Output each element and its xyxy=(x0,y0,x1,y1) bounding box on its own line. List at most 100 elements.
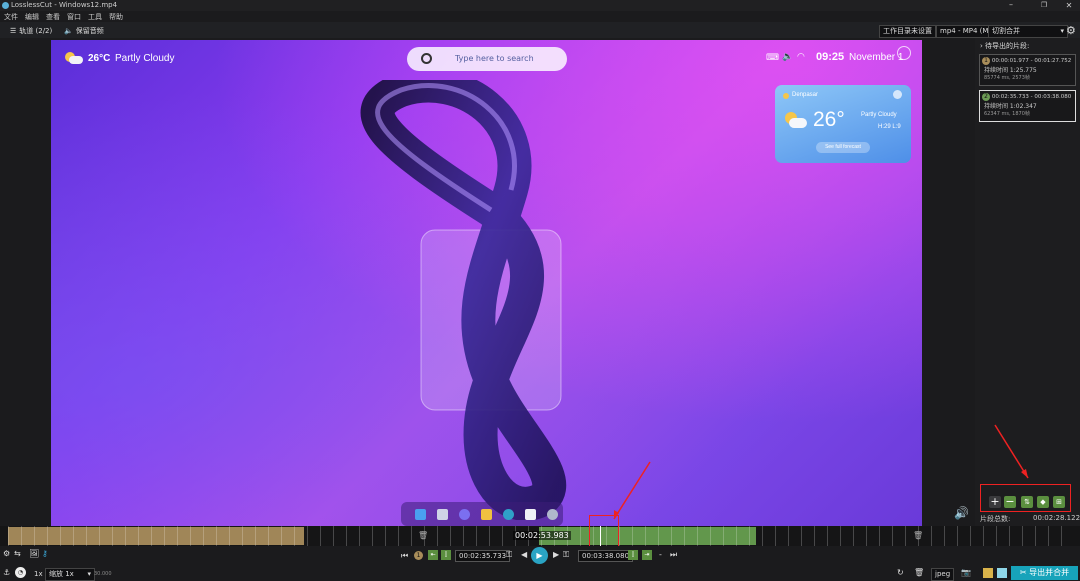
export-settings-icon[interactable] xyxy=(997,568,1007,578)
trash-icon[interactable]: 🗑 xyxy=(914,568,924,578)
timeline-tick xyxy=(632,526,633,546)
timeline-tick xyxy=(996,526,997,546)
timeline-tick xyxy=(658,526,659,546)
export-merge-label: 导出并合并 xyxy=(1029,568,1070,577)
rotate-icon[interactable]: ↻ xyxy=(897,568,904,578)
chevron-down-icon: ▾ xyxy=(87,570,91,578)
segment-index-badge[interactable]: 1 xyxy=(414,551,423,560)
timeline-tick xyxy=(8,526,9,546)
bottom-bar: ⚓ ◔ 1x 缩放 1x ▾ 30.000 ↻ 🗑 jpeg 📷 ✂ 导出并合并 xyxy=(0,566,1080,581)
camera-icon[interactable]: 📷 xyxy=(961,568,971,578)
timeline-tick xyxy=(372,526,373,546)
timeline-tick xyxy=(970,526,971,546)
timeline-tick xyxy=(502,526,503,546)
timeline-tick xyxy=(957,526,958,546)
volume-icon[interactable]: 🔊 xyxy=(954,506,969,520)
timeline-tick xyxy=(879,526,880,546)
jump-segment-start-icon[interactable]: ⇤ xyxy=(428,550,438,560)
playhead-highlight-box xyxy=(589,515,619,549)
timeline-tick xyxy=(788,526,789,546)
timeline-tick xyxy=(684,526,685,546)
timeline-tick xyxy=(203,526,204,546)
jump-segment-end-icon[interactable]: ⇥ xyxy=(642,550,652,560)
timeline-tick xyxy=(944,526,945,546)
timeline-tick xyxy=(21,526,22,546)
timeline-tick xyxy=(177,526,178,546)
timeline-tick xyxy=(99,526,100,546)
set-start-icon[interactable]: ⟦ xyxy=(441,550,451,560)
timeline-tick xyxy=(827,526,828,546)
timeline[interactable]: 🗑 🗑 00:02:53.983 xyxy=(0,515,1080,549)
gear-icon[interactable]: ⚙ xyxy=(3,549,10,559)
step-forward-icon[interactable]: ▶ xyxy=(553,550,559,560)
timeline-tick xyxy=(892,526,893,546)
image-icon[interactable]: 🖼 xyxy=(29,549,39,559)
timeline-tick xyxy=(1061,526,1062,546)
timeline-tick xyxy=(190,526,191,546)
key-icon[interactable]: ⚿ xyxy=(563,550,569,560)
timeline-tick xyxy=(619,526,620,546)
timeline-tick xyxy=(463,526,464,546)
timeline-tick xyxy=(411,526,412,546)
key-blue-icon[interactable]: ⚷ xyxy=(42,549,48,559)
timeline-tick xyxy=(450,526,451,546)
timeline-tick xyxy=(320,526,321,546)
annotation-arrows xyxy=(613,424,1029,520)
timeline-tick xyxy=(60,526,61,546)
timeline-tick xyxy=(86,526,87,546)
play-button[interactable]: ▶ xyxy=(531,547,548,564)
speed-dial-icon[interactable]: ◔ xyxy=(15,567,26,578)
capture-format-select[interactable]: jpeg xyxy=(931,568,955,581)
arrows-icon[interactable]: ⇆ xyxy=(14,549,21,559)
timeline-tick xyxy=(710,526,711,546)
timeline-tick xyxy=(840,526,841,546)
trash-icon[interactable]: 🗑 xyxy=(913,531,923,540)
set-end-icon[interactable]: ⟧ xyxy=(628,550,638,560)
timeline-tick xyxy=(34,526,35,546)
timeline-tick xyxy=(736,526,737,546)
timeline-tick xyxy=(73,526,74,546)
speed-label: 1x xyxy=(34,570,43,578)
export-options-icon[interactable] xyxy=(983,568,993,578)
timeline-tick xyxy=(983,526,984,546)
export-merge-button[interactable]: ✂ 导出并合并 xyxy=(1011,566,1078,580)
timeline-tick xyxy=(489,526,490,546)
timeline-tick xyxy=(333,526,334,546)
timeline-tick xyxy=(151,526,152,546)
skip-to-end-icon[interactable]: ⏭ xyxy=(670,550,677,560)
timeline-tick xyxy=(697,526,698,546)
timeline-tick xyxy=(307,526,308,546)
zoom-select[interactable]: 缩放 1x ▾ xyxy=(45,568,95,581)
segment-start-time[interactable]: 00:02:35.733 xyxy=(455,550,511,562)
timeline-tick xyxy=(47,526,48,546)
timeline-tick xyxy=(398,526,399,546)
fps-value: 30.000 xyxy=(94,571,112,577)
segment-bar-1[interactable] xyxy=(8,527,304,545)
timeline-tick xyxy=(853,526,854,546)
step-back-icon[interactable]: ◀ xyxy=(521,550,527,560)
timeline-tick xyxy=(112,526,113,546)
timeline-tick xyxy=(229,526,230,546)
segment-end-time[interactable]: 00:03:38.080 xyxy=(578,550,634,562)
key-icon[interactable]: ⚿ xyxy=(506,550,512,560)
timeline-tick xyxy=(645,526,646,546)
trash-icon[interactable]: 🗑 xyxy=(418,531,428,540)
timeline-tick xyxy=(723,526,724,546)
zoom-label: 缩放 1x xyxy=(49,570,74,578)
timeline-tick xyxy=(1009,526,1010,546)
timeline-tick xyxy=(359,526,360,546)
timeline-tick xyxy=(164,526,165,546)
timeline-tick xyxy=(905,526,906,546)
timeline-tick xyxy=(294,526,295,546)
timeline-tick xyxy=(1048,526,1049,546)
timeline-tick xyxy=(125,526,126,546)
timeline-tick xyxy=(476,526,477,546)
skip-to-start-icon[interactable]: ⏮ xyxy=(401,551,408,561)
scissors-icon: ✂ xyxy=(1019,568,1027,577)
timeline-tick xyxy=(775,526,776,546)
timeline-tick xyxy=(1035,526,1036,546)
timeline-tick xyxy=(138,526,139,546)
timeline-tick xyxy=(346,526,347,546)
timeline-tick xyxy=(749,526,750,546)
anchor-icon[interactable]: ⚓ xyxy=(3,568,10,578)
